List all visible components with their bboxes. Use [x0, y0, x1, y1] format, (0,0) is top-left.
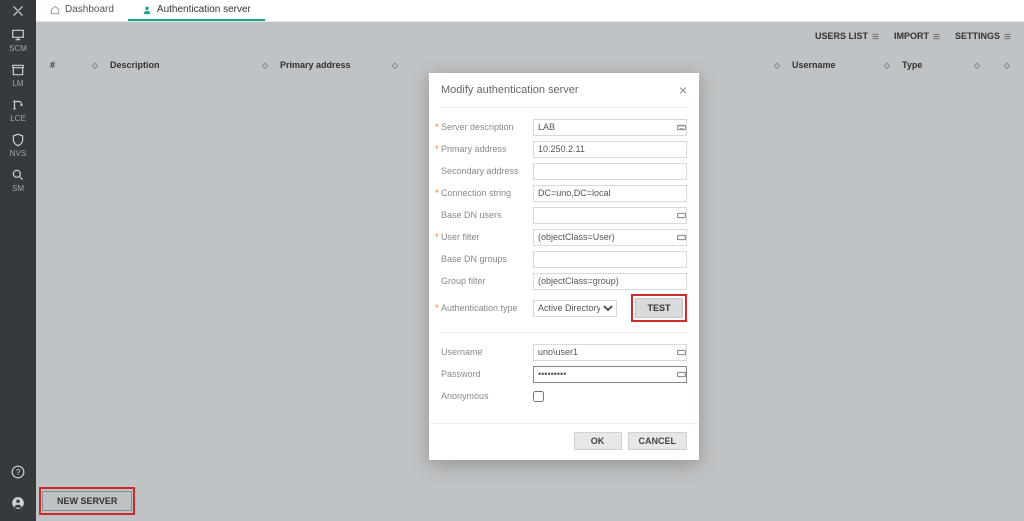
branch-icon [11, 98, 25, 112]
sidebar-item-lm[interactable]: LM [0, 57, 36, 92]
sidebar-label: LM [12, 79, 23, 88]
label-base-dn-users: Base DN users [441, 210, 533, 220]
test-button[interactable]: TEST [635, 298, 683, 318]
shield-icon [11, 133, 25, 147]
keyboard-icon[interactable] [675, 121, 687, 133]
tab-label: Dashboard [65, 4, 114, 15]
sidebar-label: NVS [10, 149, 26, 158]
select-authentication-type[interactable]: Active Directory [533, 300, 617, 317]
modify-auth-server-dialog: Modify authentication server × Server de… [429, 73, 699, 460]
input-server-description[interactable] [533, 119, 687, 136]
home-icon [50, 5, 60, 15]
sidebar-label: SM [12, 184, 24, 193]
sidebar-label: SCM [9, 44, 27, 53]
input-connection-string[interactable] [533, 185, 687, 202]
monitor-icon [11, 28, 25, 42]
cancel-button[interactable]: CANCEL [628, 432, 688, 450]
sidebar-item-scm[interactable]: SCM [0, 22, 36, 57]
label-primary-address: Primary address [441, 144, 533, 154]
label-user-filter: User filter [441, 232, 533, 242]
keyboard-icon[interactable] [675, 346, 687, 358]
tab-authentication-server[interactable]: Authentication server [128, 0, 265, 21]
keyboard-icon[interactable] [675, 209, 687, 221]
input-username[interactable] [533, 344, 687, 361]
user-icon [142, 5, 152, 15]
label-anonymous: Anonymous [441, 391, 533, 401]
input-secondary-address[interactable] [533, 163, 687, 180]
sidebar-help[interactable]: ? [0, 459, 36, 490]
label-connection-string: Connection string [441, 188, 533, 198]
app-logo [0, 0, 36, 22]
label-base-dn-groups: Base DN groups [441, 254, 533, 264]
input-password[interactable] [533, 366, 687, 383]
sidebar-label: LCE [10, 114, 26, 123]
label-username: Username [441, 347, 533, 357]
dialog-footer: OK CANCEL [429, 423, 699, 460]
keyboard-icon[interactable] [675, 368, 687, 380]
archive-icon [11, 63, 25, 77]
input-base-dn-users[interactable] [533, 207, 687, 224]
sidebar-account[interactable] [0, 490, 36, 521]
highlight-box: TEST [631, 294, 687, 322]
input-primary-address[interactable] [533, 141, 687, 158]
label-password: Password [441, 369, 533, 379]
left-sidebar: SCM LM LCE NVS SM ? [0, 0, 36, 521]
sidebar-item-nvs[interactable]: NVS [0, 127, 36, 162]
dialog-close-button[interactable]: × [679, 83, 687, 97]
input-user-filter[interactable] [533, 229, 687, 246]
dialog-title-bar: Modify authentication server × [429, 73, 699, 105]
sidebar-item-lce[interactable]: LCE [0, 92, 36, 127]
ok-button[interactable]: OK [574, 432, 622, 450]
tab-dashboard[interactable]: Dashboard [36, 0, 128, 21]
label-secondary-address: Secondary address [441, 166, 533, 176]
label-server-description: Server description [441, 122, 533, 132]
search-icon [11, 168, 25, 182]
help-icon: ? [11, 465, 25, 479]
input-base-dn-groups[interactable] [533, 251, 687, 268]
tab-bar: Dashboard Authentication server [36, 0, 1024, 22]
dialog-title: Modify authentication server [441, 84, 579, 96]
checkbox-anonymous[interactable] [533, 391, 544, 402]
keyboard-icon[interactable] [675, 231, 687, 243]
input-group-filter[interactable] [533, 273, 687, 290]
svg-text:?: ? [16, 468, 21, 477]
label-authentication-type: Authentication type [441, 303, 533, 313]
content-stage: USERS LIST IMPORT SETTINGS #◇ Descriptio… [36, 22, 1024, 521]
tab-label: Authentication server [157, 4, 251, 15]
label-group-filter: Group filter [441, 276, 533, 286]
sidebar-item-sm[interactable]: SM [0, 162, 36, 197]
main-area: Dashboard Authentication server USERS LI… [36, 0, 1024, 521]
user-icon [11, 496, 25, 510]
